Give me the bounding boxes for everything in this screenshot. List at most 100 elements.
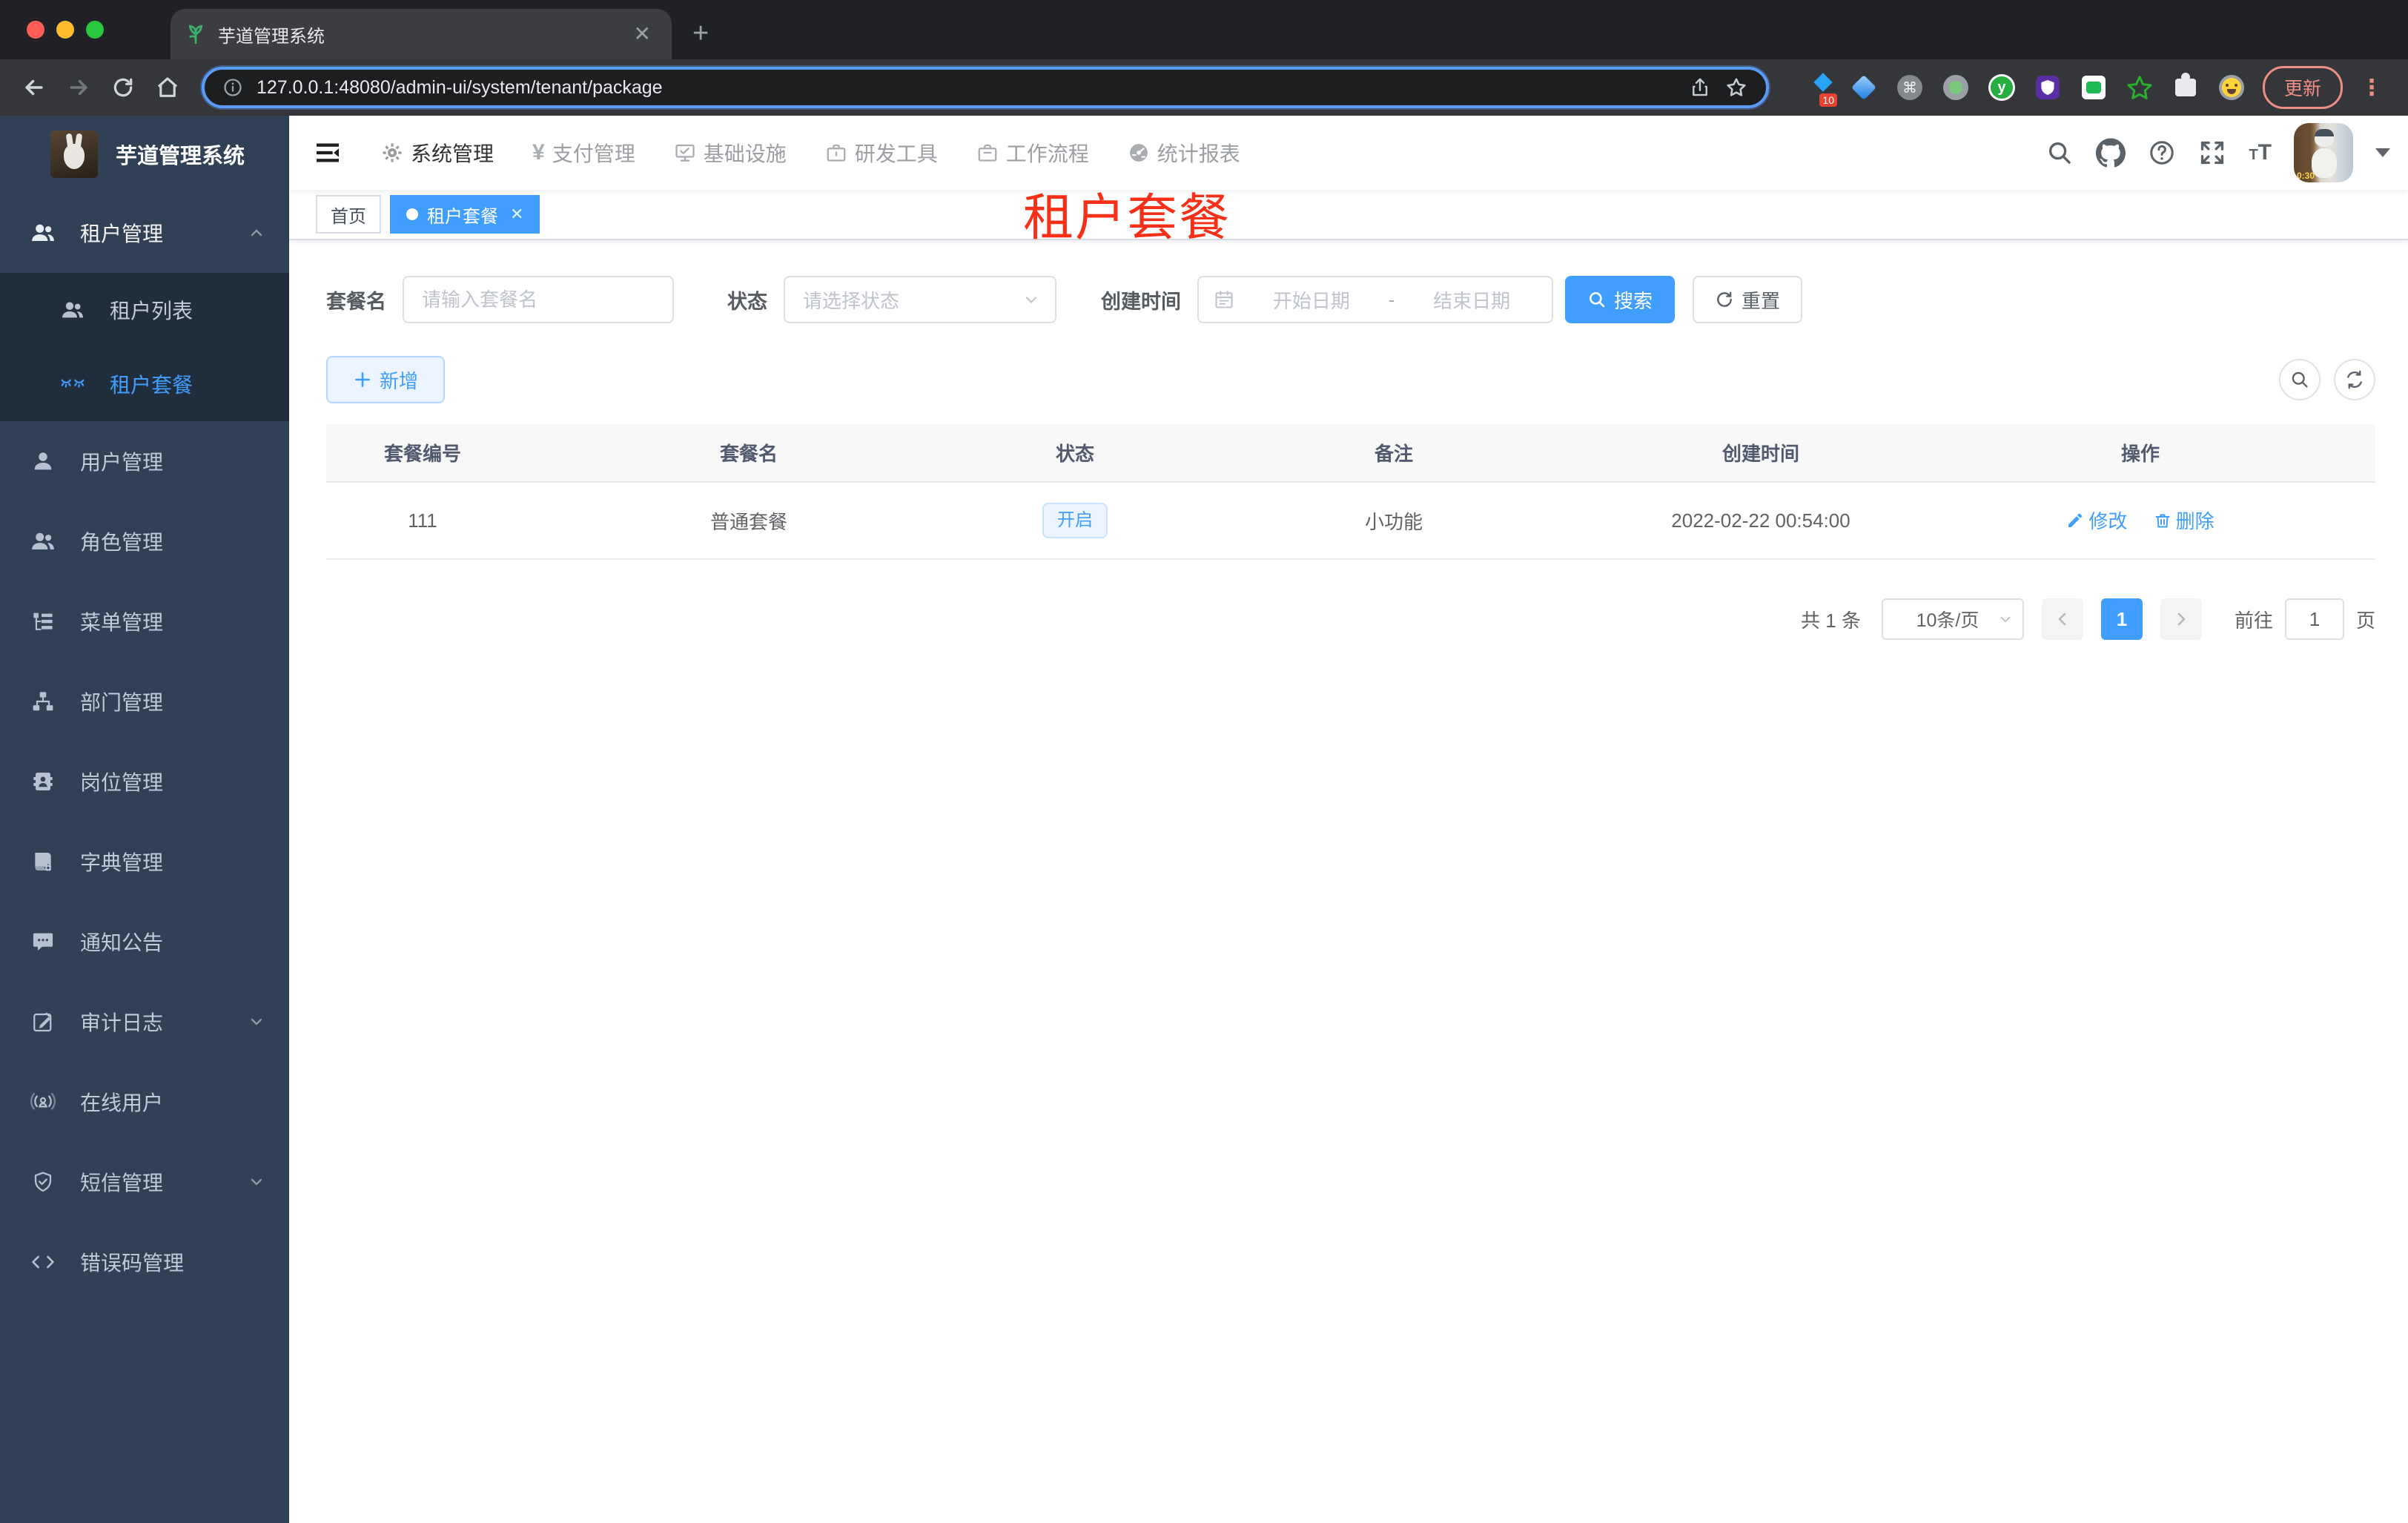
yen-icon: ¥	[532, 140, 545, 165]
help-icon[interactable]	[2148, 139, 2176, 167]
extension-tabs-icon[interactable]: 10	[1805, 73, 1837, 107]
status-badge[interactable]: 开启	[1042, 503, 1108, 538]
cell-package-name: 普通套餐	[519, 482, 979, 560]
status-select[interactable]: 请选择状态	[784, 276, 1056, 323]
topnav-item-infrastructure[interactable]: 基础设施	[674, 138, 787, 168]
extension-emoji-icon[interactable]	[2218, 74, 2245, 101]
sidebar-item-user-management[interactable]: 用户管理	[0, 421, 289, 501]
prev-page-button[interactable]	[2041, 598, 2083, 640]
plus-icon	[355, 372, 370, 387]
avatar-caret-icon[interactable]	[2375, 148, 2390, 165]
extension-recorder-icon[interactable]	[1942, 74, 1969, 101]
sidebar-item-audit-log[interactable]: 审计日志	[0, 982, 289, 1062]
browser-menu-icon[interactable]: ⋮	[2349, 75, 2393, 101]
topnav-item-payment[interactable]: ¥ 支付管理	[532, 138, 635, 168]
sidebar-item-label: 错误码管理	[80, 1252, 185, 1275]
search-icon[interactable]	[2045, 139, 2074, 167]
extension-gem-icon[interactable]	[1850, 74, 1877, 101]
col-remark: 备注	[1171, 424, 1616, 483]
col-status: 状态	[979, 424, 1171, 483]
extension-command-icon[interactable]: ⌘	[1896, 74, 1923, 101]
table-toolbar: 新增	[326, 356, 2375, 403]
reload-icon[interactable]	[104, 68, 142, 107]
sidebar-item-tenant-package[interactable]: 租户套餐	[0, 347, 289, 421]
tab-title: 芋道管理系统	[218, 26, 325, 47]
browser-tab[interactable]: 芋道管理系统 ✕	[171, 9, 672, 59]
extension-shield-icon[interactable]	[2034, 74, 2061, 101]
goto-page-input[interactable]	[2284, 598, 2344, 640]
date-end-placeholder[interactable]: 结束日期	[1406, 286, 1537, 314]
date-start-placeholder[interactable]: 开始日期	[1246, 286, 1377, 314]
topnav-item-workflow[interactable]: 工作流程	[976, 138, 1089, 168]
add-button[interactable]: 新增	[326, 356, 446, 403]
search-button[interactable]: 搜索	[1565, 276, 1676, 323]
window-minimize-button[interactable]	[56, 21, 74, 39]
org-chart-icon	[30, 690, 56, 713]
delete-link[interactable]: 删除	[2154, 506, 2214, 534]
site-info-icon[interactable]	[222, 77, 243, 98]
cell-operations: 修改 删除	[1905, 482, 2375, 560]
tag-label: 租户套餐	[427, 206, 498, 227]
new-tab-button[interactable]: +	[692, 19, 709, 47]
sidebar-collapse-icon[interactable]	[310, 138, 357, 168]
extension-puzzle-icon[interactable]	[2172, 73, 2199, 101]
sidebar-item-department-management[interactable]: 部门管理	[0, 661, 289, 741]
topnav-item-statistics[interactable]: 统计报表	[1128, 138, 1240, 168]
sidebar-item-notice[interactable]: 通知公告	[0, 902, 289, 982]
hide-search-icon-button[interactable]	[2279, 359, 2321, 400]
sidebar-item-role-management[interactable]: 角色管理	[0, 501, 289, 581]
fullscreen-icon[interactable]	[2198, 139, 2226, 167]
address-bar[interactable]: 127.0.0.1:48080/admin-ui/system/tenant/p…	[202, 67, 1769, 108]
font-size-icon[interactable]: TT	[2249, 142, 2272, 164]
date-range-picker[interactable]: 开始日期 - 结束日期	[1197, 276, 1553, 323]
extension-chat-icon[interactable]	[2080, 74, 2107, 101]
extension-y-icon[interactable]: y	[1988, 74, 2015, 101]
back-icon[interactable]	[15, 68, 53, 107]
sidebar-item-label: 租户套餐	[110, 374, 194, 397]
page-size-select[interactable]: 10条/页	[1881, 598, 2024, 640]
tag-home[interactable]: 首页	[316, 195, 381, 234]
sidebar-item-dict-management[interactable]: 字典管理	[0, 822, 289, 902]
tag-close-icon[interactable]: ✕	[510, 205, 523, 224]
bookmark-star-icon[interactable]	[1724, 76, 1748, 99]
briefcase-icon	[825, 142, 847, 164]
reset-button[interactable]: 重置	[1693, 276, 1803, 323]
next-page-button[interactable]	[2160, 598, 2202, 640]
sidebar-item-sms-management[interactable]: 短信管理	[0, 1142, 289, 1222]
page-number-1[interactable]: 1	[2100, 598, 2143, 640]
trash-icon	[2155, 514, 2170, 528]
topnav-item-system[interactable]: 系统管理	[381, 138, 494, 168]
tag-tenant-package[interactable]: 租户套餐 ✕	[390, 195, 540, 234]
avatar[interactable]: 0:30	[2294, 123, 2353, 182]
forward-icon[interactable]	[59, 68, 98, 107]
sidebar-item-label: 字典管理	[80, 851, 164, 874]
edit-link[interactable]: 修改	[2066, 506, 2127, 534]
sidebar-item-label: 租户列表	[110, 300, 194, 323]
share-icon[interactable]	[1689, 76, 1711, 99]
window-zoom-button[interactable]	[86, 21, 104, 39]
app-logo-row[interactable]: 芋道管理系统	[0, 116, 289, 193]
sidebar-item-error-code[interactable]: 错误码管理	[0, 1222, 289, 1302]
tab-close-icon[interactable]: ✕	[628, 21, 657, 47]
package-name-input[interactable]	[403, 276, 674, 323]
tab-favicon-plant-icon	[185, 24, 206, 44]
tag-label: 首页	[331, 206, 366, 227]
code-icon	[30, 1251, 56, 1273]
home-icon[interactable]	[148, 68, 187, 107]
url-text[interactable]: 127.0.0.1:48080/admin-ui/system/tenant/p…	[257, 77, 1676, 99]
browser-update-button[interactable]: 更新	[2262, 66, 2343, 109]
sidebar-item-tenant-list[interactable]: 租户列表	[0, 273, 289, 347]
topnav-item-label: 统计报表	[1157, 142, 1240, 165]
github-icon[interactable]	[2096, 138, 2126, 168]
app-title: 芋道管理系统	[116, 145, 245, 168]
chevron-up-icon	[248, 224, 265, 242]
window-close-button[interactable]	[27, 21, 44, 39]
extension-star-icon[interactable]	[2126, 74, 2153, 101]
sidebar-item-online-users[interactable]: 在线用户	[0, 1062, 289, 1142]
topnav-item-dev-tools[interactable]: 研发工具	[825, 138, 938, 168]
refresh-table-button[interactable]	[2334, 359, 2375, 400]
chevron-right-icon	[2177, 612, 2186, 626]
sidebar-item-tenant-management[interactable]: 租户管理	[0, 193, 289, 273]
sidebar-item-menu-management[interactable]: 菜单管理	[0, 581, 289, 661]
sidebar-item-post-management[interactable]: 岗位管理	[0, 741, 289, 822]
